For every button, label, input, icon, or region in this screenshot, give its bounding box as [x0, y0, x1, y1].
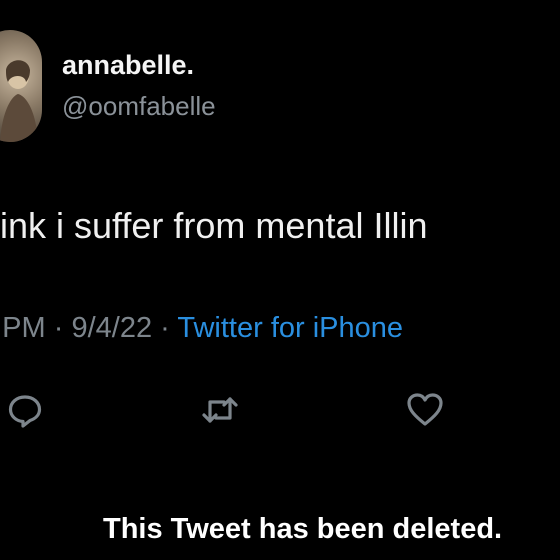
- tweet-date[interactable]: 9/4/22: [71, 312, 152, 344]
- tweet-meta: 3 PM · 9/4/22 · Twitter for iPhone: [0, 312, 403, 345]
- retweet-icon[interactable]: [200, 390, 240, 430]
- heart-icon[interactable]: [405, 390, 445, 430]
- user-handle[interactable]: @oomfabelle: [62, 91, 216, 122]
- tweet-source-link[interactable]: Twitter for iPhone: [177, 312, 403, 344]
- meta-separator: ·: [152, 312, 178, 344]
- reply-icon[interactable]: [5, 390, 45, 430]
- tweet-text: ink i suffer from mental Illin: [0, 205, 428, 246]
- meta-separator: ·: [45, 312, 72, 344]
- deleted-notice: This Tweet has been deleted.: [103, 513, 503, 545]
- display-name[interactable]: annabelle.: [62, 50, 194, 81]
- tweet-time[interactable]: 3 PM: [0, 312, 46, 344]
- avatar[interactable]: [0, 30, 42, 142]
